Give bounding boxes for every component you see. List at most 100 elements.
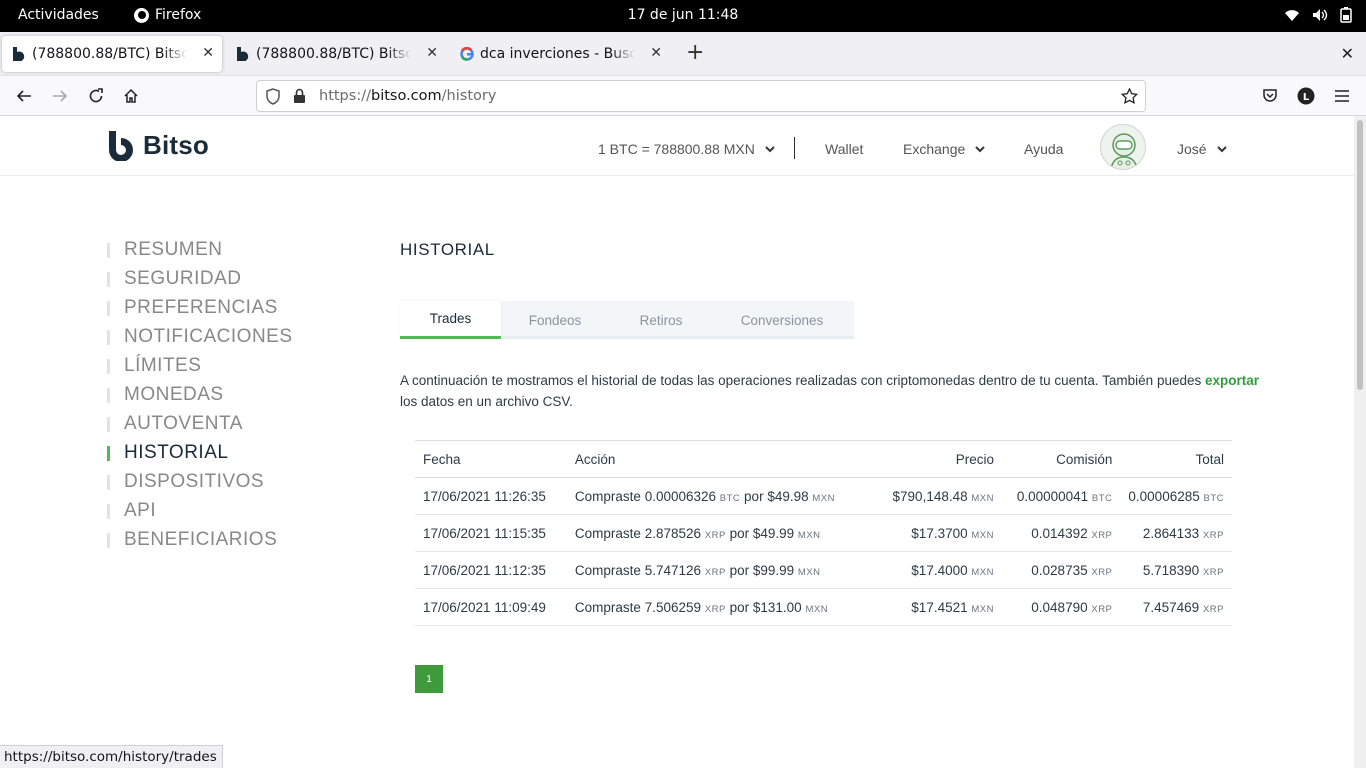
column-header-accion: Acción xyxy=(566,440,855,478)
column-header-comision: Comisión xyxy=(1002,440,1121,478)
nav-exchange-dropdown[interactable]: Exchange xyxy=(903,141,985,157)
back-button[interactable] xyxy=(14,86,34,106)
tab-fondeos[interactable]: Fondeos xyxy=(504,301,606,339)
scrollbar-thumb[interactable] xyxy=(1357,120,1363,390)
btc-price-ticker: 1 BTC = 788800.88 MXN xyxy=(598,141,755,157)
sidebar-item-historial[interactable]: HISTORIAL xyxy=(107,441,293,470)
bitso-icon xyxy=(12,47,26,62)
close-tab-icon[interactable]: ✕ xyxy=(650,45,662,61)
column-header-fecha: Fecha xyxy=(415,440,567,478)
trade-date: 17/06/2021 11:12:35 xyxy=(415,551,567,589)
reload-button[interactable] xyxy=(86,86,106,106)
wifi-icon xyxy=(1285,10,1299,21)
user-name: José xyxy=(1177,141,1207,157)
header-divider xyxy=(794,137,795,159)
google-icon xyxy=(460,46,474,61)
user-avatar[interactable] xyxy=(1100,124,1146,170)
trade-date: 17/06/2021 11:26:35 xyxy=(415,477,567,515)
pagination-page-1[interactable]: 1 xyxy=(415,665,443,693)
tab-retiros[interactable]: Retiros xyxy=(612,301,710,339)
trade-total: 5.718390 XRP xyxy=(1120,551,1232,589)
home-button[interactable] xyxy=(121,86,141,106)
trade-action: Compraste 2.878526 XRP por $49.99 MXN xyxy=(566,514,855,552)
browser-tab-3[interactable]: dca inverciones - Buscar c ✕ xyxy=(450,36,670,72)
page-title: HISTORIAL xyxy=(400,240,495,259)
trade-price: $17.4521 MXN xyxy=(854,588,1002,626)
web-page: Bitso 1 BTC = 788800.88 MXN Wallet Excha… xyxy=(0,116,1354,768)
chevron-down-icon xyxy=(1216,145,1227,152)
trade-action: Compraste 7.506259 XRP por $131.00 MXN xyxy=(566,588,855,626)
sidebar-item-api[interactable]: API xyxy=(107,499,293,528)
trade-fee: 0.00000041 BTC xyxy=(1002,477,1121,515)
column-header-precio: Precio xyxy=(854,440,1002,478)
trade-date: 17/06/2021 11:09:49 xyxy=(415,588,567,626)
reload-icon xyxy=(89,88,103,103)
astronaut-avatar-icon xyxy=(1110,133,1138,169)
clock[interactable]: 17 de jun 11:48 xyxy=(628,7,739,23)
url-text[interactable]: https://bitso.com/history xyxy=(319,88,496,104)
sidebar-item-beneficiarios[interactable]: BENEFICIARIOS xyxy=(107,528,293,557)
navigation-toolbar: https://bitso.com/history L xyxy=(0,76,1366,116)
profile-avatar-icon: L xyxy=(1297,87,1315,105)
tab-trades[interactable]: Trades xyxy=(400,301,501,339)
sidebar-item-autoventa[interactable]: AUTOVENTA xyxy=(107,412,293,441)
browser-tab-1[interactable]: (788800.88/BTC) Bitso - C ✕ xyxy=(2,36,222,72)
tab-title: (788800.88/BTC) Bitso - C xyxy=(32,46,187,62)
nav-help-link[interactable]: Ayuda xyxy=(1024,141,1063,157)
lock-icon[interactable] xyxy=(293,88,306,104)
close-tab-icon[interactable]: ✕ xyxy=(202,45,214,61)
activities-button[interactable]: Actividades xyxy=(18,7,99,23)
user-menu-dropdown[interactable]: José xyxy=(1177,141,1227,157)
sidebar-item-monedas[interactable]: MONEDAS xyxy=(107,383,293,412)
settings-sidebar: RESUMEN SEGURIDAD PREFERENCIAS NOTIFICAC… xyxy=(107,238,293,557)
volume-icon xyxy=(1313,9,1328,21)
export-link[interactable]: exportar xyxy=(1205,373,1259,388)
back-arrow-icon xyxy=(16,90,31,102)
close-tab-icon[interactable]: ✕ xyxy=(426,45,438,61)
new-tab-button[interactable]: + xyxy=(686,42,704,64)
sidebar-item-limites[interactable]: LÍMITES xyxy=(107,354,293,383)
pocket-button[interactable] xyxy=(1260,86,1280,106)
account-button[interactable]: L xyxy=(1296,86,1316,106)
app-menu-firefox[interactable]: Firefox xyxy=(134,7,201,23)
chevron-down-icon xyxy=(765,145,775,152)
sidebar-item-notificaciones[interactable]: NOTIFICACIONES xyxy=(107,325,293,354)
sidebar-item-seguridad[interactable]: SEGURIDAD xyxy=(107,267,293,296)
table-header-row: Fecha Acción Precio Comisión Total xyxy=(415,440,1232,478)
system-tray[interactable] xyxy=(1284,7,1352,23)
bitso-icon xyxy=(236,47,250,62)
sidebar-item-dispositivos[interactable]: DISPOSITIVOS xyxy=(107,470,293,499)
brand-name: Bitso xyxy=(143,130,209,160)
description-text-end: los datos en un archivo CSV. xyxy=(400,394,573,409)
sidebar-item-preferencias[interactable]: PREFERENCIAS xyxy=(107,296,293,325)
svg-text:L: L xyxy=(1303,92,1310,103)
sidebar-item-resumen[interactable]: RESUMEN xyxy=(107,238,293,267)
trade-price: $17.4000 MXN xyxy=(854,551,1002,589)
url-bar[interactable]: https://bitso.com/history xyxy=(256,80,1146,112)
page-scrollbar[interactable] xyxy=(1354,116,1366,768)
trade-action: Compraste 0.00006326 BTC por $49.98 MXN xyxy=(566,477,855,515)
table-row: 17/06/2021 11:15:35 Compraste 2.878526 XR… xyxy=(415,514,1232,552)
ticker-dropdown[interactable]: 1 BTC = 788800.88 MXN xyxy=(598,141,775,157)
bitso-logo-icon xyxy=(109,130,133,161)
menu-button[interactable] xyxy=(1332,86,1352,106)
trade-fee: 0.014392 XRP xyxy=(1002,514,1121,552)
pocket-icon xyxy=(1263,89,1277,102)
shield-icon[interactable] xyxy=(265,88,281,105)
forward-button[interactable] xyxy=(50,86,70,106)
column-header-total: Total xyxy=(1120,440,1232,478)
history-description: A continuación te mostramos el historial… xyxy=(400,370,1260,412)
tab-strip: (788800.88/BTC) Bitso - C ✕ (788800.88/B… xyxy=(0,32,1366,76)
trades-table: Fecha Acción Precio Comisión Total 17/06… xyxy=(415,440,1232,626)
bitso-logo[interactable]: Bitso xyxy=(107,130,209,161)
trade-total: 7.457469 XRP xyxy=(1120,588,1232,626)
close-window-icon[interactable]: ✕ xyxy=(1341,44,1354,63)
table-row: 17/06/2021 11:12:35 Compraste 5.747126 XR… xyxy=(415,551,1232,589)
nav-exchange-label: Exchange xyxy=(903,141,966,157)
battery-icon xyxy=(1340,7,1352,23)
home-icon xyxy=(124,88,138,103)
bookmark-star-icon[interactable] xyxy=(1121,88,1138,105)
browser-tab-2[interactable]: (788800.88/BTC) Bitso - C ✕ xyxy=(226,36,446,72)
tab-conversiones[interactable]: Conversiones xyxy=(716,301,848,339)
nav-wallet-link[interactable]: Wallet xyxy=(825,141,863,157)
